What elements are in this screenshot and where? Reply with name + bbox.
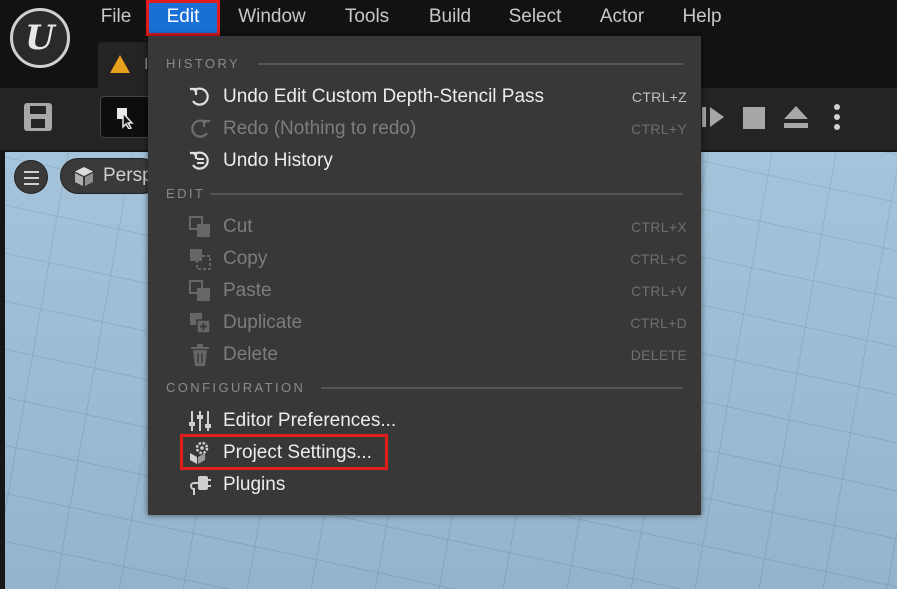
divider xyxy=(321,387,683,389)
menu-edit[interactable]: Edit xyxy=(146,0,220,36)
project-settings-highlight xyxy=(180,434,388,470)
level-icon xyxy=(110,55,130,73)
eject-icon[interactable] xyxy=(782,103,810,131)
shortcut-duplicate: CTRL+D xyxy=(630,315,687,331)
menu-entry-copy[interactable]: Copy xyxy=(223,248,267,270)
undo-icon xyxy=(190,87,209,106)
menu-entry-duplicate[interactable]: Duplicate xyxy=(223,312,302,334)
menu-entry-undo[interactable]: Undo Edit Custom Depth-Stencil Pass xyxy=(223,86,544,108)
section-configuration: CONFIGURATION xyxy=(166,380,306,395)
paste-icon xyxy=(189,280,210,301)
delete-icon xyxy=(191,344,209,366)
menu-build[interactable]: Build xyxy=(425,0,475,36)
select-mode-button[interactable] xyxy=(100,96,150,138)
sliders-icon xyxy=(189,411,211,431)
cube-icon xyxy=(75,167,93,186)
menu-entry-paste[interactable]: Paste xyxy=(223,280,272,302)
shortcut-cut: CTRL+X xyxy=(631,219,687,235)
divider xyxy=(258,63,683,65)
menu-select[interactable]: Select xyxy=(505,0,565,36)
divider xyxy=(210,193,683,195)
undo-history-icon xyxy=(190,151,209,170)
menu-entry-undo-history[interactable]: Undo History xyxy=(223,150,333,172)
redo-icon xyxy=(191,119,210,138)
shortcut-redo: CTRL+Y xyxy=(631,121,687,137)
perspective-label: Persp xyxy=(103,165,153,186)
menu-entry-redo[interactable]: Redo (Nothing to redo) xyxy=(223,118,416,140)
menu-tools[interactable]: Tools xyxy=(340,0,394,36)
menu-window[interactable]: Window xyxy=(236,0,308,36)
cut-icon xyxy=(189,216,210,237)
menu-actor[interactable]: Actor xyxy=(595,0,649,36)
shortcut-undo: CTRL+Z xyxy=(631,89,687,105)
plugin-icon xyxy=(190,476,211,495)
copy-icon xyxy=(190,249,211,270)
duplicate-icon xyxy=(190,313,211,334)
perspective-button[interactable]: Persp xyxy=(60,158,160,194)
section-history: HISTORY xyxy=(166,56,241,71)
shortcut-copy: CTRL+C xyxy=(630,251,687,267)
more-options-icon[interactable] xyxy=(830,103,844,133)
select-mode-icon xyxy=(117,108,134,129)
section-edit: EDIT xyxy=(166,186,206,201)
skip-forward-icon[interactable] xyxy=(700,103,728,131)
menu-entry-editor-preferences[interactable]: Editor Preferences... xyxy=(223,410,396,432)
stop-icon[interactable] xyxy=(742,103,766,131)
viewport-menu-button[interactable] xyxy=(14,160,48,194)
shortcut-delete: DELETE xyxy=(630,347,687,363)
menu-file[interactable]: File xyxy=(94,0,138,36)
menu-help[interactable]: Help xyxy=(680,0,724,36)
menu-entry-delete[interactable]: Delete xyxy=(223,344,278,366)
menu-entry-cut[interactable]: Cut xyxy=(223,216,253,238)
unreal-logo[interactable]: U xyxy=(10,8,70,68)
save-icon[interactable] xyxy=(24,103,52,131)
shortcut-paste: CTRL+V xyxy=(631,283,687,299)
menu-entry-plugins[interactable]: Plugins xyxy=(223,474,285,496)
